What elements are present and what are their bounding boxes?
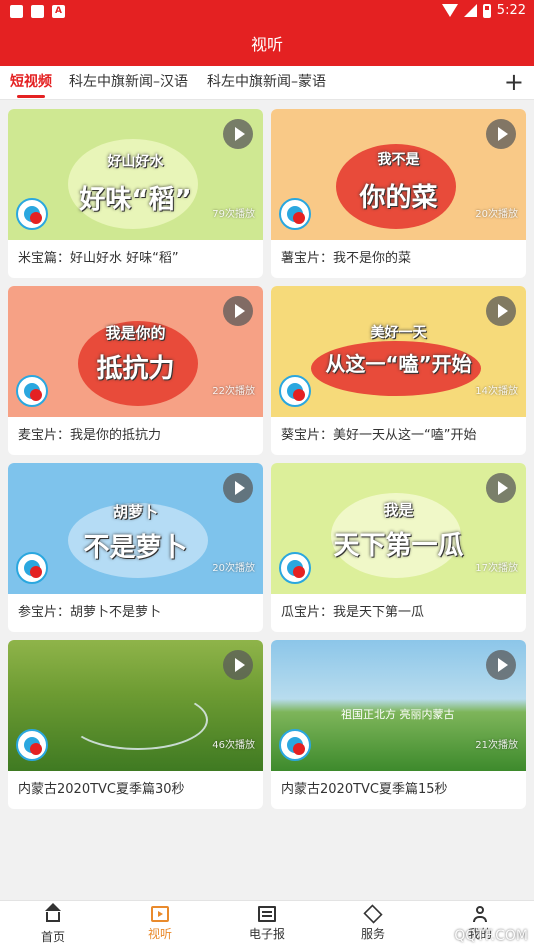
user-icon <box>472 906 488 922</box>
thumbnail-text: 天下第一瓜 <box>333 531 464 561</box>
video-caption[interactable]: 参宝片：胡萝卜不是萝卜 <box>8 594 263 632</box>
tab-label: 短视频 <box>10 74 52 90</box>
system-icons: 5:22 <box>441 3 526 18</box>
video-thumbnail[interactable]: 我不是 你的菜 20次播放 <box>271 109 526 240</box>
nav-label: 服务 <box>360 927 385 941</box>
play-icon[interactable] <box>486 119 516 149</box>
video-card[interactable]: 我是 天下第一瓜 17次播放 瓜宝片：我是天下第一瓜 <box>271 463 526 632</box>
watermark: QQTF.COM <box>454 928 528 944</box>
play-icon[interactable] <box>223 296 253 326</box>
thumbnail-subtext: 我不是 <box>377 152 420 168</box>
nav-label: 电子报 <box>248 927 285 941</box>
video-card[interactable]: 祖国正北方 亮丽内蒙古 21次播放 内蒙古2020TVC夏季篇15秒 <box>271 640 526 809</box>
thumbnail-subtext: 我是你的 <box>105 324 166 342</box>
play-icon[interactable] <box>223 650 253 680</box>
video-thumbnail[interactable]: 46次播放 <box>8 640 263 771</box>
video-thumbnail[interactable]: 美好一天 从这一“嗑”开始 14次播放 <box>271 286 526 417</box>
nav-e-paper[interactable]: 电子报 <box>227 901 307 950</box>
video-thumbnail[interactable]: 祖国正北方 亮丽内蒙古 21次播放 <box>271 640 526 771</box>
notification-icon <box>31 5 44 18</box>
channel-logo <box>16 729 48 761</box>
status-bar: A 5:22 <box>0 0 534 24</box>
video-caption[interactable]: 麦宝片：我是你的抵抗力 <box>8 417 263 455</box>
video-caption[interactable]: 薯宝片：我不是你的菜 <box>271 240 526 278</box>
play-count: 20次播放 <box>475 209 518 220</box>
play-count: 20次播放 <box>212 563 255 574</box>
nav-home[interactable]: 首页 <box>13 901 93 950</box>
play-icon[interactable] <box>223 473 253 503</box>
thumbnail-subtext: 我是 <box>383 501 414 519</box>
video-card[interactable]: 胡萝卜 不是萝卜 20次播放 参宝片：胡萝卜不是萝卜 <box>8 463 263 632</box>
video-card[interactable]: 我不是 你的菜 20次播放 薯宝片：我不是你的菜 <box>271 109 526 278</box>
play-icon[interactable] <box>486 473 516 503</box>
tab-news-mongolian[interactable]: 科左中旗新闻–蒙语 <box>207 66 326 100</box>
play-count: 21次播放 <box>475 740 518 751</box>
thumbnail-text: 祖国正北方 亮丽内蒙古 <box>341 708 455 721</box>
play-count: 79次播放 <box>212 209 255 220</box>
video-thumbnail[interactable]: 我是你的 抵抗力 22次播放 <box>8 286 263 417</box>
play-icon[interactable] <box>223 119 253 149</box>
status-time: 5:22 <box>496 3 526 18</box>
play-count: 14次播放 <box>475 386 518 397</box>
video-card[interactable]: 好山好水 好味“稻” 79次播放 米宝篇：好山好水 好味“稻” <box>8 109 263 278</box>
video-card[interactable]: 我是你的 抵抗力 22次播放 麦宝片：我是你的抵抗力 <box>8 286 263 455</box>
thumbnail-text: 从这一“嗑”开始 <box>325 352 472 376</box>
notification-icons: A <box>10 5 65 18</box>
channel-logo <box>279 198 311 230</box>
play-icon[interactable] <box>486 296 516 326</box>
layers-icon <box>363 904 383 924</box>
thumbnail-subtext: 美好一天 <box>370 325 427 341</box>
video-grid: 好山好水 好味“稻” 79次播放 米宝篇：好山好水 好味“稻” 我不是 你的菜 … <box>0 100 534 900</box>
wifi-icon <box>441 4 458 17</box>
thumbnail-text: 抵抗力 <box>96 354 175 384</box>
tab-label: 科左中旗新闻–蒙语 <box>207 74 326 90</box>
thumbnail-subtext: 胡萝卜 <box>112 503 158 521</box>
video-card[interactable]: 美好一天 从这一“嗑”开始 14次播放 葵宝片：美好一天从这一“嗑”开始 <box>271 286 526 455</box>
tv-icon <box>151 906 169 922</box>
home-icon <box>45 903 61 922</box>
nav-services[interactable]: 服务 <box>333 901 413 950</box>
video-card[interactable]: 46次播放 内蒙古2020TVC夏季篇30秒 <box>8 640 263 809</box>
video-caption[interactable]: 瓜宝片：我是天下第一瓜 <box>271 594 526 632</box>
channel-logo <box>279 375 311 407</box>
video-thumbnail[interactable]: 好山好水 好味“稻” 79次播放 <box>8 109 263 240</box>
video-caption[interactable]: 米宝篇：好山好水 好味“稻” <box>8 240 263 278</box>
play-count: 17次播放 <box>475 563 518 574</box>
notification-icon <box>10 5 23 18</box>
battery-icon <box>482 3 491 18</box>
play-count: 46次播放 <box>212 740 255 751</box>
nav-label: 视听 <box>147 927 172 941</box>
tab-short-video[interactable]: 短视频 <box>10 66 52 100</box>
channel-logo <box>16 198 48 230</box>
play-icon[interactable] <box>486 650 516 680</box>
video-caption[interactable]: 内蒙古2020TVC夏季篇15秒 <box>271 771 526 809</box>
active-tab-indicator <box>17 95 45 98</box>
video-caption[interactable]: 内蒙古2020TVC夏季篇30秒 <box>8 771 263 809</box>
nav-label: 首页 <box>40 930 65 944</box>
channel-logo <box>279 552 311 584</box>
video-thumbnail[interactable]: 我是 天下第一瓜 17次播放 <box>271 463 526 594</box>
app-notification-icon: A <box>52 5 65 18</box>
tab-label: 科左中旗新闻–汉语 <box>69 74 188 90</box>
channel-logo <box>16 552 48 584</box>
channel-logo <box>279 729 311 761</box>
add-tab-button[interactable]: + <box>504 68 524 96</box>
video-thumbnail[interactable]: 胡萝卜 不是萝卜 20次播放 <box>8 463 263 594</box>
tab-news-chinese[interactable]: 科左中旗新闻–汉语 <box>69 66 188 100</box>
video-caption[interactable]: 葵宝片：美好一天从这一“嗑”开始 <box>271 417 526 455</box>
nav-audiovisual[interactable]: 视听 <box>120 901 200 950</box>
channel-logo <box>16 375 48 407</box>
play-count: 22次播放 <box>212 386 255 397</box>
thumbnail-subtext: 好山好水 <box>107 154 164 170</box>
signal-icon <box>463 4 477 17</box>
river-graphic <box>68 690 208 750</box>
page-title: 视听 <box>0 24 534 66</box>
newspaper-icon <box>258 906 276 922</box>
category-tabs: 短视频 科左中旗新闻–汉语 科左中旗新闻–蒙语 + <box>0 66 534 100</box>
